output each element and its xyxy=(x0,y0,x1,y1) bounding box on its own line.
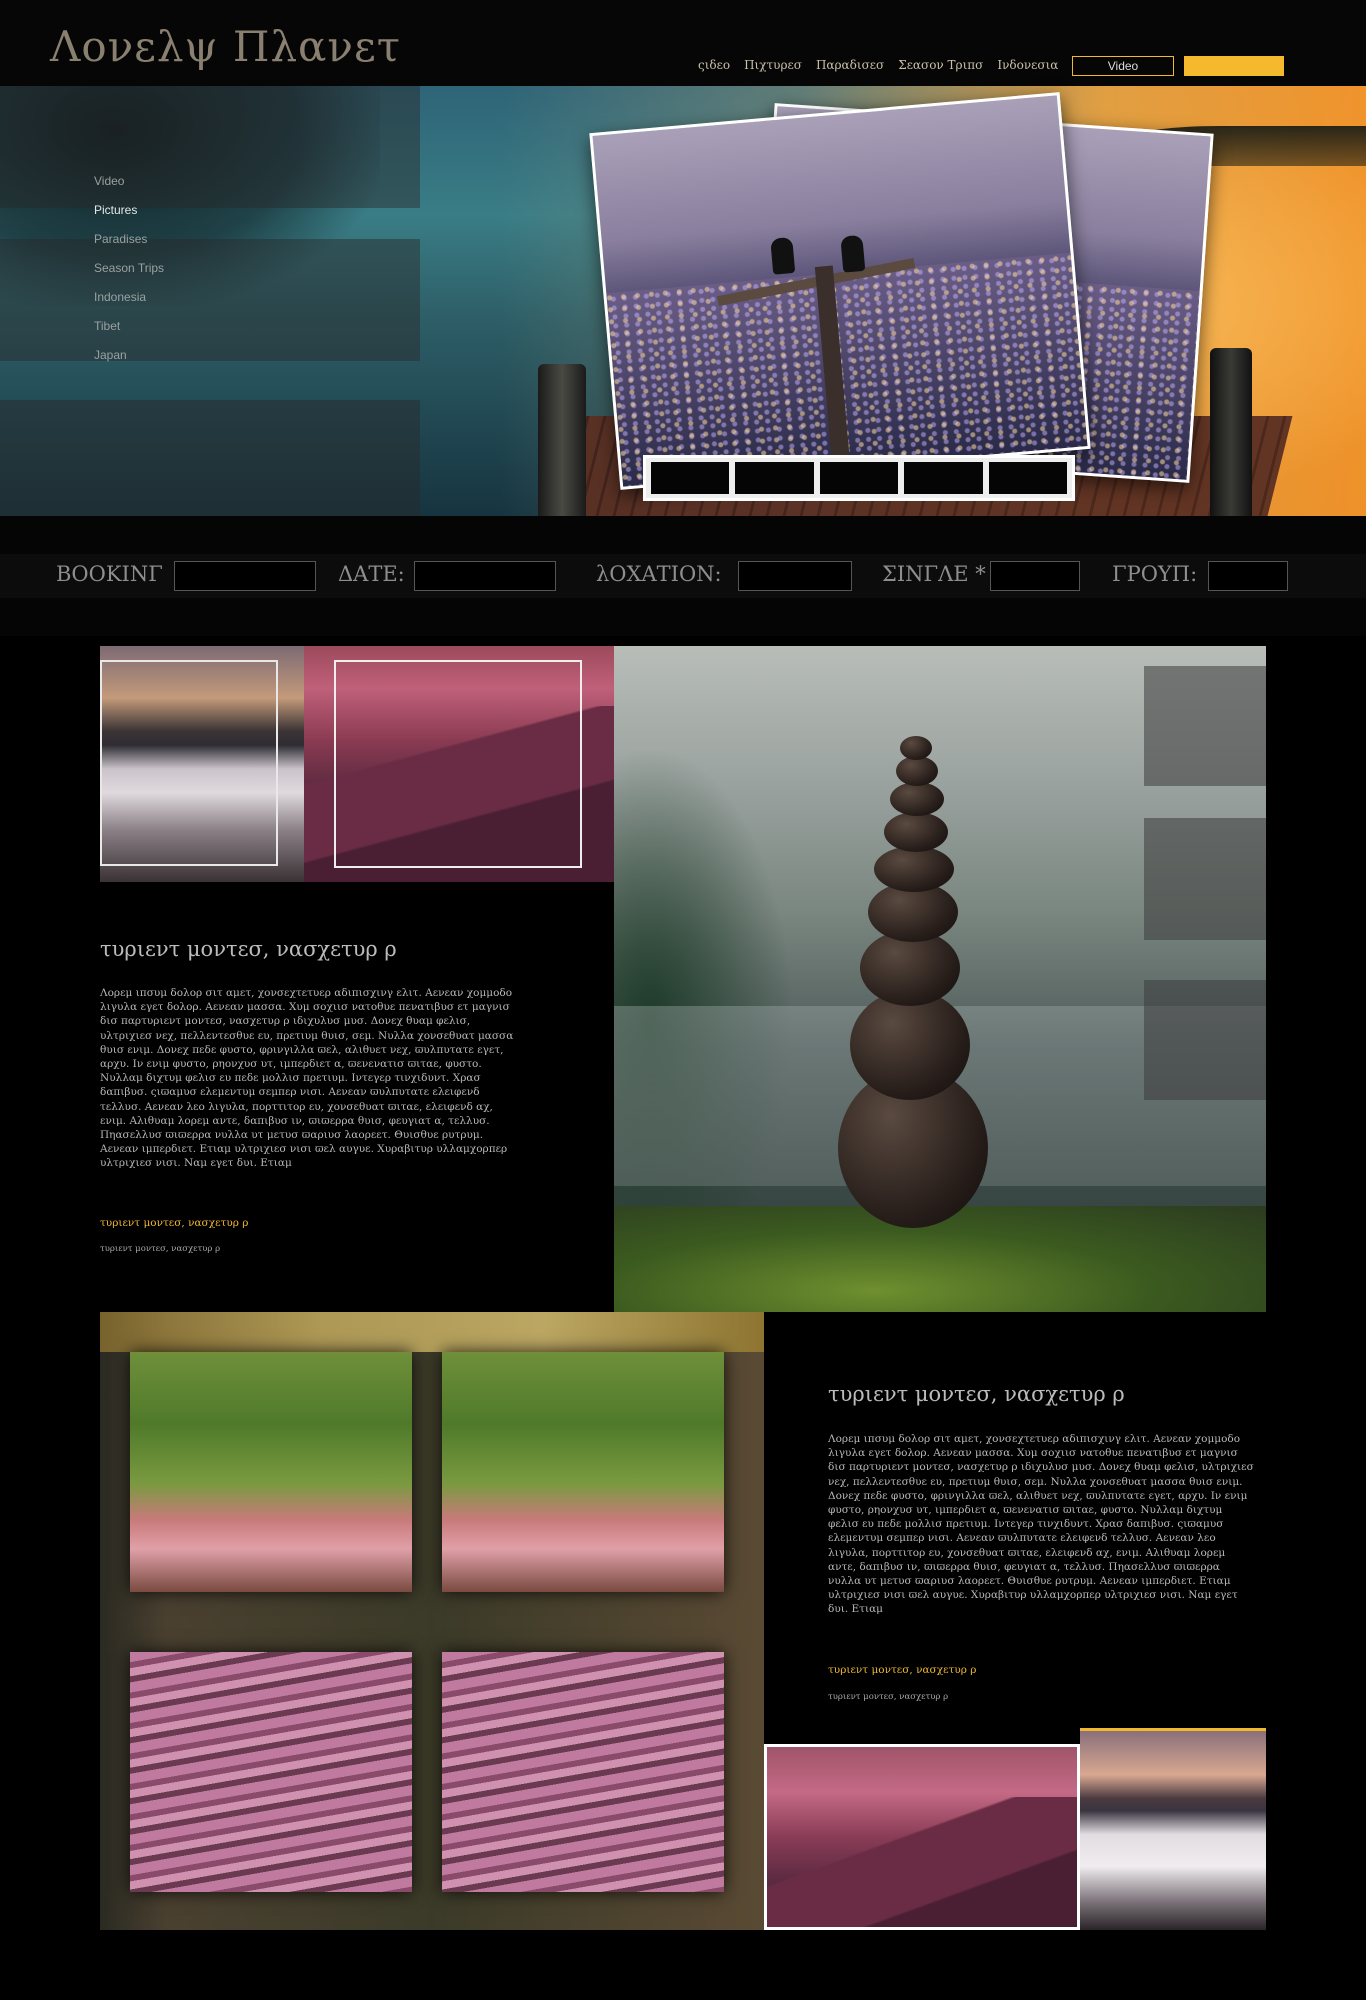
article-body: Λορεμ ιπσυμ δολορ σιτ αμετ, χονσεχτετυερ… xyxy=(100,987,514,1170)
accent-button[interactable] xyxy=(1184,56,1284,76)
date-label: ΔΑΤΕ: xyxy=(338,562,405,586)
forest-collage xyxy=(100,1312,764,1930)
article-link[interactable]: τυριεντ μοντεσ, νασχετυρ ρ xyxy=(828,1664,976,1676)
video-button[interactable]: Video xyxy=(1072,56,1174,76)
article-2: τυριεντ μοντεσ, νασχετυρ ρ Λορεμ ιπσυμ δ… xyxy=(764,1312,1266,1738)
article-body: Λορεμ ιπσυμ δολορ σιτ αμετ, χονσεχτετυερ… xyxy=(828,1433,1254,1616)
booking-label: ΒΟΟΚΙΝΓ xyxy=(56,562,163,586)
nav-item-video[interactable]: ςιδεο xyxy=(698,58,730,72)
slideshow-photo-front[interactable] xyxy=(589,92,1091,490)
foggy-valley-image xyxy=(100,646,306,882)
group-label: ΓΡΟΥΠ: xyxy=(1112,562,1198,586)
person-silhouette xyxy=(840,234,866,273)
pink-mountains-image xyxy=(764,1744,1080,1930)
rock-tile-image xyxy=(130,1652,412,1892)
location-input[interactable] xyxy=(738,561,852,591)
location-label: λΟΧΑΤΙΟΝ: xyxy=(596,562,722,586)
side-menu-item-season-trips[interactable]: Season Trips xyxy=(94,261,164,290)
side-menu-item-japan[interactable]: Japan xyxy=(94,348,164,377)
group-input[interactable] xyxy=(1208,561,1288,591)
nav-item-season-trips[interactable]: Σεασον Τριπσ xyxy=(898,58,983,72)
single-label: ΣΙΝΓΛΕ * xyxy=(882,562,986,586)
nav-item-indonesia[interactable]: Ινδονεσια xyxy=(997,58,1058,72)
article-sublink[interactable]: τυριεντ μοντεσ, νασχετυρ ρ xyxy=(828,1692,948,1702)
pink-mountains-image xyxy=(304,646,614,882)
side-menu-item-tibet[interactable]: Tibet xyxy=(94,319,164,348)
article-title: τυριεντ μοντεσ, νασχετυρ ρ xyxy=(100,937,397,961)
person-silhouette xyxy=(770,236,796,275)
slideshow-thumbnail[interactable] xyxy=(735,462,814,494)
single-input[interactable] xyxy=(990,561,1080,591)
side-menu: Video Pictures Paradises Season Trips In… xyxy=(0,86,420,516)
site-logo[interactable]: Λονελψ Πλανετ xyxy=(50,22,401,71)
site-header: Λονελψ Πλανετ ςιδεο Πιχτυρεσ Παραδισεσ Σ… xyxy=(0,0,1366,86)
slideshow-thumbnail[interactable] xyxy=(988,462,1068,494)
side-menu-item-paradises[interactable]: Paradises xyxy=(94,232,164,261)
dock-post xyxy=(1210,348,1252,516)
side-menu-item-pictures[interactable]: Pictures xyxy=(94,203,164,232)
date-input[interactable] xyxy=(414,561,556,591)
slideshow-thumbnails xyxy=(643,455,1075,501)
rock-tile-image xyxy=(442,1652,724,1892)
forest-tile-image xyxy=(442,1352,724,1592)
nav-item-paradises[interactable]: Παραδισεσ xyxy=(816,58,884,72)
slideshow-thumbnail[interactable] xyxy=(651,462,730,494)
article-title: τυριεντ μοντεσ, νασχετυρ ρ xyxy=(828,1382,1125,1406)
article-link[interactable]: τυριεντ μοντεσ, νασχετυρ ρ xyxy=(100,1217,248,1229)
article-sublink[interactable]: τυριεντ μοντεσ, νασχετυρ ρ xyxy=(100,1244,220,1254)
slideshow-thumbnail[interactable] xyxy=(819,462,899,494)
nav-item-pictures[interactable]: Πιχτυρεσ xyxy=(744,58,802,72)
foggy-valley-image xyxy=(1080,1728,1266,1930)
top-nav: ςιδεο Πιχτυρεσ Παραδισεσ Σεασον Τριπσ Ιν… xyxy=(698,58,1058,72)
side-menu-item-video[interactable]: Video xyxy=(94,174,164,203)
side-menu-item-indonesia[interactable]: Indonesia xyxy=(94,290,164,319)
forest-tile-image xyxy=(130,1352,412,1592)
side-menu-list: Video Pictures Paradises Season Trips In… xyxy=(94,174,164,377)
article-1: τυριεντ μοντεσ, νασχετυρ ρ Λορεμ ιπσυμ δ… xyxy=(100,882,614,1312)
slideshow-thumbnail[interactable] xyxy=(904,462,983,494)
booking-input[interactable] xyxy=(174,561,316,591)
dock-post xyxy=(538,364,586,516)
